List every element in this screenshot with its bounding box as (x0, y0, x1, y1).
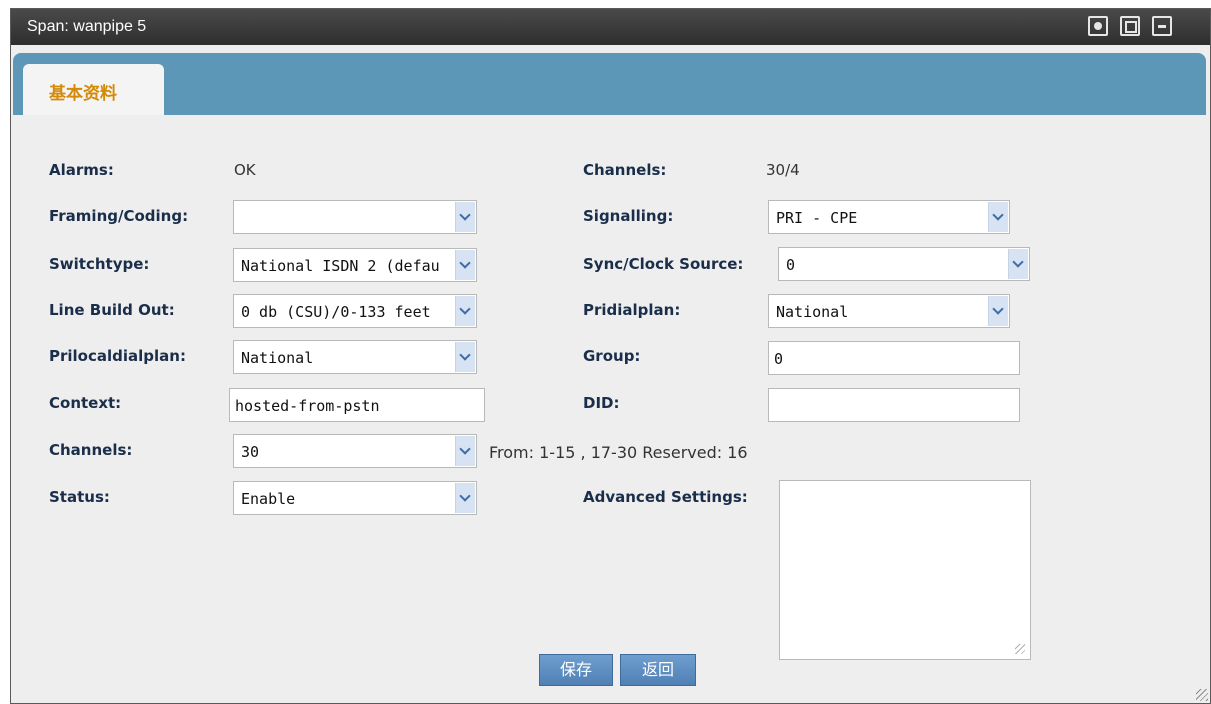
back-button[interactable]: 返回 (620, 654, 696, 686)
chevron-down-icon (455, 296, 475, 326)
channels-info-label: Channels: (583, 161, 667, 179)
resize-grip-icon[interactable] (1015, 644, 1025, 654)
tab-label: 基本资料 (49, 84, 117, 104)
framing-select[interactable] (233, 200, 477, 234)
pridialplan-label: Pridialplan: (583, 301, 681, 319)
status-value: Enable (241, 490, 296, 508)
pridialplan-value: National (776, 303, 849, 321)
save-button[interactable]: 保存 (539, 654, 613, 686)
window-option-icon[interactable] (1088, 16, 1108, 36)
window-title: Span: wanpipe 5 (27, 18, 147, 35)
prilocaldialplan-label: Prilocaldialplan: (49, 347, 186, 365)
group-value: 0 (774, 350, 784, 368)
title-bar[interactable]: Span: wanpipe 5 (11, 9, 1210, 45)
status-select[interactable]: Enable (233, 481, 477, 515)
prilocaldialplan-value: National (241, 349, 314, 367)
chevron-down-icon (455, 250, 475, 280)
chevron-down-icon (455, 202, 475, 232)
context-input[interactable]: hosted-from-pstn (229, 388, 485, 422)
chevron-down-icon (988, 202, 1008, 232)
signalling-value: PRI - CPE (776, 209, 858, 227)
context-value: hosted-from-pstn (235, 397, 380, 415)
switchtype-value: National ISDN 2 (defau (241, 257, 440, 275)
framing-label: Framing/Coding: (49, 207, 189, 225)
line-build-out-label: Line Build Out: (49, 301, 175, 319)
resize-grip-icon[interactable] (1196, 689, 1208, 701)
chevron-down-icon (988, 296, 1008, 326)
status-label: Status: (49, 488, 110, 506)
group-label: Group: (583, 347, 641, 365)
chevron-down-icon (1008, 249, 1028, 279)
channels-select-value: 30 (241, 443, 260, 461)
channels-select-label: Channels: (49, 441, 133, 459)
alarms-label: Alarms: (49, 161, 114, 179)
signalling-label: Signalling: (583, 207, 674, 225)
sync-clock-value: 0 (786, 256, 796, 274)
pridialplan-select[interactable]: National (768, 294, 1010, 328)
switchtype-label: Switchtype: (49, 255, 150, 273)
did-input[interactable] (768, 388, 1020, 422)
span-window: Span: wanpipe 5 基本资料 Alarms: OK Framing/… (10, 8, 1211, 704)
context-label: Context: (49, 394, 122, 412)
channels-info-value: 30/4 (766, 161, 800, 179)
advanced-settings-textarea[interactable] (779, 480, 1031, 660)
advanced-settings-label: Advanced Settings: (583, 488, 748, 506)
switchtype-select[interactable]: National ISDN 2 (defau (233, 248, 477, 282)
sync-clock-select[interactable]: 0 (778, 247, 1030, 281)
channels-note: From: 1-15 , 17-30 Reserved: 16 (489, 443, 748, 462)
tab-bar: 基本资料 (13, 53, 1206, 115)
maximize-icon[interactable] (1120, 16, 1140, 36)
chevron-down-icon (455, 483, 475, 513)
line-build-out-value: 0 db (CSU)/0-133 feet (241, 303, 431, 321)
chevron-down-icon (455, 436, 475, 466)
tab-basic-info[interactable]: 基本资料 (23, 64, 164, 115)
alarms-value: OK (234, 161, 256, 179)
sync-clock-label: Sync/Clock Source: (583, 255, 744, 273)
minimize-icon[interactable] (1152, 16, 1172, 36)
prilocaldialplan-select[interactable]: National (233, 340, 477, 374)
line-build-out-select[interactable]: 0 db (CSU)/0-133 feet (233, 294, 477, 328)
group-input[interactable]: 0 (768, 341, 1020, 375)
chevron-down-icon (455, 342, 475, 372)
channels-select[interactable]: 30 (233, 434, 477, 468)
did-label: DID: (583, 394, 620, 412)
signalling-select[interactable]: PRI - CPE (768, 200, 1010, 234)
